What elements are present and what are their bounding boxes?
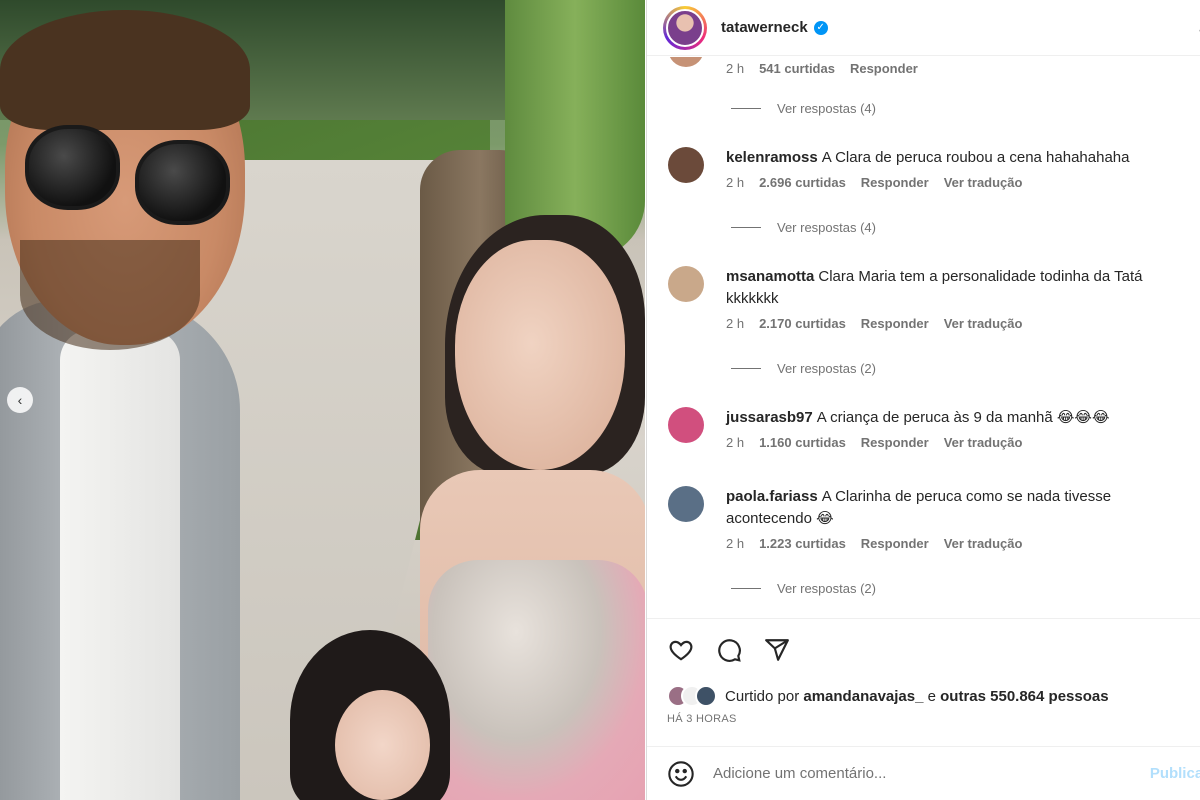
send-icon[interactable]	[763, 636, 791, 664]
author-username[interactable]: tatawerneck	[721, 19, 808, 36]
view-replies-button[interactable]: Ver respostas (4)	[731, 101, 876, 116]
post-side-panel: tatawerneck ✓ • 2 h 541 curtidas Respond…	[646, 0, 1200, 800]
view-replies-button[interactable]: Ver respostas (4)	[731, 220, 876, 235]
comment-meta: 2 h 541 curtidas Responder	[726, 61, 918, 76]
photo-sunglasses	[25, 115, 235, 235]
reply-link[interactable]: Responder	[850, 61, 918, 76]
comment-input[interactable]	[713, 765, 1133, 782]
view-replies-button[interactable]: Ver respostas (2)	[731, 361, 876, 376]
liker-username[interactable]: amandanavajas_	[803, 688, 923, 705]
publish-button[interactable]: Publicar	[1150, 765, 1200, 782]
comment-avatar[interactable]	[668, 57, 704, 67]
translate-link[interactable]: Ver tradução	[944, 175, 1023, 190]
likes-prefix: Curtido por	[725, 687, 800, 705]
emoji-icon[interactable]	[667, 760, 695, 788]
view-replies-label: Ver respostas (2)	[777, 361, 876, 376]
reply-link[interactable]: Responder	[861, 536, 929, 551]
comment-time: 2 h	[726, 316, 745, 331]
comment-likes[interactable]: 1.223 curtidas	[759, 536, 846, 551]
comment-meta: 2 h 1.160 curtidas Responder Ver traduçã…	[726, 435, 1181, 450]
comment-time: 2 h	[726, 435, 745, 450]
likes-summary: Curtido por amandanavajas_ e outras 550.…	[667, 685, 1181, 707]
photo-woman-dress	[428, 560, 645, 800]
comment-icon[interactable]	[715, 636, 743, 664]
replies-divider	[731, 108, 761, 109]
comment-username[interactable]: jussarasb97	[726, 409, 813, 426]
comment-likes[interactable]: 541 curtidas	[759, 61, 835, 76]
translate-link[interactable]: Ver tradução	[944, 536, 1023, 551]
comment-username[interactable]: msanamotta	[726, 268, 814, 285]
translate-link[interactable]: Ver tradução	[944, 316, 1023, 331]
comment-text: A Clara de peruca roubou a cena hahahaha…	[821, 149, 1130, 166]
comment-avatar[interactable]	[668, 407, 704, 443]
liker-avatars[interactable]	[667, 685, 717, 707]
view-replies-button[interactable]: Ver respostas (2)	[731, 581, 876, 596]
replies-divider	[731, 588, 761, 589]
likes-connector: e	[927, 687, 936, 705]
translate-link[interactable]: Ver tradução	[944, 435, 1023, 450]
post-timestamp[interactable]: HÁ 3 HORAS	[667, 713, 1181, 725]
chevron-left-icon: ‹	[17, 392, 23, 408]
view-replies-label: Ver respostas (4)	[777, 220, 876, 235]
replies-divider	[731, 227, 761, 228]
replies-divider	[731, 368, 761, 369]
photo-child-face	[335, 690, 430, 800]
comment-meta: 2 h 2.696 curtidas Responder Ver traduçã…	[726, 175, 1181, 190]
comment-meta: 2 h 1.223 curtidas Responder Ver traduçã…	[726, 536, 1181, 551]
likes-others[interactable]: outras 550.864 pessoas	[940, 688, 1108, 705]
heart-icon[interactable]	[667, 636, 695, 664]
carousel-prev-button[interactable]: ‹	[7, 387, 33, 413]
post-photo: ‹	[0, 0, 645, 800]
comment-avatar[interactable]	[668, 486, 704, 522]
comment-text: A criança de peruca às 9 da manhã 😂😂😂	[816, 409, 1110, 426]
comments-list: 2 h 541 curtidas Responder Ver respostas…	[647, 57, 1200, 617]
reply-link[interactable]: Responder	[861, 175, 929, 190]
post-header: tatawerneck ✓ •	[647, 0, 1200, 56]
comment-username[interactable]: paola.fariass	[726, 488, 818, 505]
comment-meta: 2 h 2.170 curtidas Responder Ver traduçã…	[726, 316, 1181, 331]
verified-badge-icon: ✓	[813, 20, 828, 35]
photo-man-beard	[20, 240, 200, 350]
add-comment-bar: Publicar	[647, 746, 1200, 800]
comment-avatar[interactable]	[668, 266, 704, 302]
comment-avatar[interactable]	[668, 147, 704, 183]
photo-man-hair	[0, 10, 250, 130]
comment-likes[interactable]: 2.170 curtidas	[759, 316, 846, 331]
post-actions: Curtido por amandanavajas_ e outras 550.…	[647, 618, 1200, 746]
comment-likes[interactable]: 1.160 curtidas	[759, 435, 846, 450]
reply-link[interactable]: Responder	[861, 316, 929, 331]
comment-time: 2 h	[726, 536, 745, 551]
photo-woman-face	[455, 240, 625, 470]
view-replies-label: Ver respostas (4)	[777, 101, 876, 116]
reply-link[interactable]: Responder	[861, 435, 929, 450]
comment-time: 2 h	[726, 175, 745, 190]
author-avatar[interactable]	[663, 5, 707, 50]
comment-username[interactable]: kelenramoss	[726, 149, 818, 166]
photo-man-shirt	[60, 330, 180, 800]
comment-time: 2 h	[726, 61, 745, 76]
view-replies-label: Ver respostas (2)	[777, 581, 876, 596]
comment-likes[interactable]: 2.696 curtidas	[759, 175, 846, 190]
